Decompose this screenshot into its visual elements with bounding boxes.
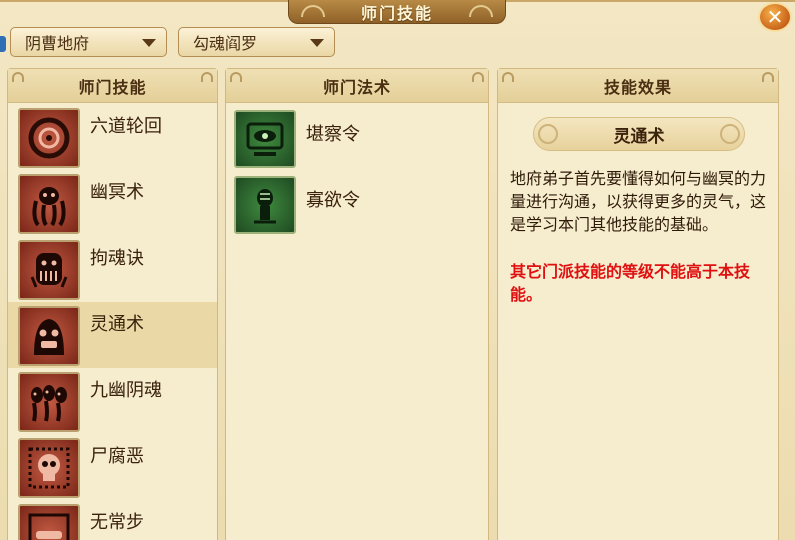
- spells-panel-header: 师门法术: [226, 69, 488, 103]
- spell-item-kanchaling[interactable]: 堪察令: [226, 106, 488, 172]
- skill-item-youmingshu[interactable]: 幽冥术: [8, 170, 217, 236]
- ghost-tentacles-icon: [18, 174, 80, 234]
- master-dropdown[interactable]: 勾魂阎罗: [178, 27, 335, 57]
- window-title-tab: 师门技能: [288, 0, 506, 24]
- skill-item-liudaolunhui[interactable]: 六道轮回: [8, 104, 217, 170]
- eye-scroll-icon: [234, 110, 296, 168]
- master-dropdown-value: 勾魂阎罗: [193, 34, 258, 53]
- spirit-face-icon: [18, 306, 80, 366]
- corner-ornament-icon: [230, 72, 242, 82]
- skill-item-jiuyouyinhun[interactable]: 九幽阴魂: [8, 368, 217, 434]
- skill-label: 无常步: [90, 512, 144, 533]
- sect-dropdown-value: 阴曹地府: [25, 34, 90, 53]
- effect-panel-header: 技能效果: [498, 69, 778, 103]
- sect-skills-window: 师门技能 ✕ 阴曹地府 勾魂阎罗 师门技能 六道轮回 幽冥术 拘魂诀 灵通术 九…: [0, 0, 795, 540]
- close-button[interactable]: ✕: [758, 2, 792, 32]
- swirl-ornament-icon: [301, 5, 325, 17]
- chevron-down-icon: [142, 39, 156, 47]
- caged-spirit-icon: [18, 240, 80, 300]
- skill-item-lingtongshu[interactable]: 灵通术: [8, 302, 217, 368]
- skill-label: 九幽阴魂: [90, 380, 162, 401]
- wheel-icon: [18, 108, 80, 168]
- effect-skill-name: 灵通术: [613, 126, 665, 147]
- skill-item-wuchangbu[interactable]: 无常步: [8, 500, 217, 540]
- spells-panel: 师门法术 堪察令 寡欲令: [225, 68, 489, 540]
- cloud-ornament-icon: [720, 124, 740, 144]
- close-icon: ✕: [766, 5, 784, 29]
- spell-label: 堪察令: [306, 124, 360, 145]
- effect-description: 地府弟子首先要懂得如何与幽冥的力量进行沟通，以获得更多的灵气，这是学习本门其他技…: [510, 169, 767, 234]
- footstep-icon: [18, 504, 80, 540]
- skill-label: 灵通术: [90, 314, 144, 335]
- corner-ornament-icon: [472, 72, 484, 82]
- corner-ornament-icon: [762, 72, 774, 82]
- skill-label: 六道轮回: [90, 116, 162, 137]
- spells-panel-title: 师门法术: [322, 77, 391, 97]
- corner-ornament-icon: [201, 72, 213, 82]
- skills-panel-header: 师门技能: [8, 69, 217, 103]
- spell-item-guayuling[interactable]: 寡欲令: [226, 172, 488, 238]
- sect-dropdown[interactable]: 阴曹地府: [10, 27, 167, 57]
- skill-item-shifue[interactable]: 尸腐恶: [8, 434, 217, 500]
- totem-icon: [234, 176, 296, 234]
- cloud-ornament-icon: [538, 124, 558, 144]
- three-ghosts-icon: [18, 372, 80, 432]
- skills-panel: 师门技能 六道轮回 幽冥术 拘魂诀 灵通术 九幽阴魂 尸腐恶 无常步: [7, 68, 218, 540]
- skill-item-juhunjue[interactable]: 拘魂诀: [8, 236, 217, 302]
- chevron-down-icon: [310, 39, 324, 47]
- skill-label: 幽冥术: [90, 182, 144, 203]
- swirl-ornament-icon: [469, 5, 493, 17]
- window-title: 师门技能: [360, 3, 433, 23]
- side-gem-icon: [0, 36, 6, 52]
- corner-ornament-icon: [12, 72, 24, 82]
- effect-panel-title: 技能效果: [603, 77, 672, 97]
- skills-panel-title: 师门技能: [78, 77, 147, 97]
- skill-label: 拘魂诀: [90, 248, 144, 269]
- spell-label: 寡欲令: [306, 190, 360, 211]
- effect-skill-title: 灵通术: [533, 117, 745, 151]
- skill-label: 尸腐恶: [90, 446, 144, 467]
- effect-panel: 技能效果 灵通术 地府弟子首先要懂得如何与幽冥的力量进行沟通，以获得更多的灵气，…: [497, 68, 779, 540]
- corner-ornament-icon: [502, 72, 514, 82]
- effect-warning: 其它门派技能的等级不能高于本技能。: [510, 262, 751, 304]
- skull-icon: [18, 438, 80, 498]
